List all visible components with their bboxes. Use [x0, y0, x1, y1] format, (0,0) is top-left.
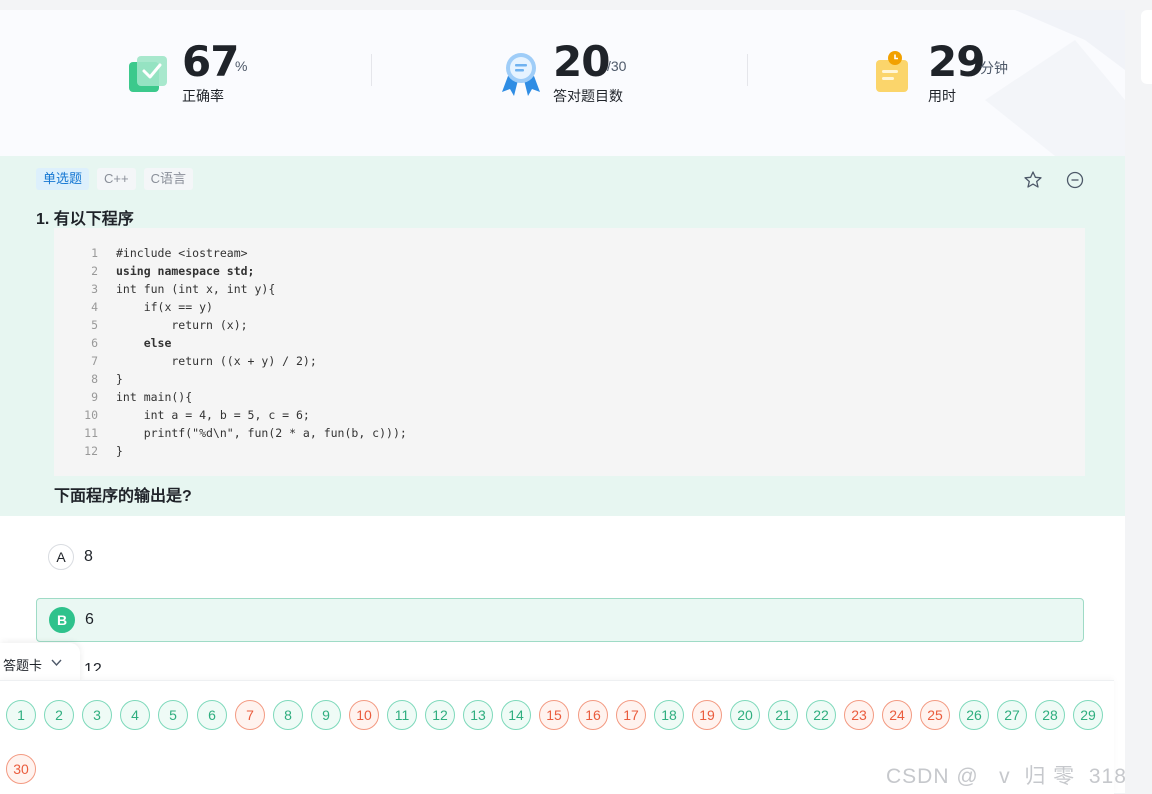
option-text: 6	[85, 611, 94, 628]
minus-circle-icon[interactable]	[1065, 170, 1085, 190]
answer-card-item-11[interactable]: 11	[387, 700, 417, 730]
question-prompt: 下面程序的输出是?	[54, 488, 192, 505]
answer-card-item-13[interactable]: 13	[463, 700, 493, 730]
medal-icon	[502, 53, 540, 96]
stat-value: 20	[553, 37, 610, 86]
answer-card-item-29[interactable]: 29	[1073, 700, 1103, 730]
stat-label: 用时	[928, 88, 956, 104]
code-line: 1 #include <iostream>	[91, 246, 248, 260]
stat-unit: /30	[607, 58, 627, 74]
answer-card-item-10[interactable]: 10	[349, 700, 379, 730]
stat-label: 正确率	[182, 88, 224, 104]
answer-card-item-27[interactable]: 27	[997, 700, 1027, 730]
stats-header: 67 % 正确率 20 /30 答对题目数 29 分钟 用时	[0, 10, 1125, 156]
answer-card-item-16[interactable]: 16	[578, 700, 608, 730]
option-b[interactable]: B 6	[36, 598, 1084, 642]
code-line: 5 return (x);	[91, 318, 248, 332]
tag-topic: C语言	[143, 168, 193, 190]
stat-value: 67	[182, 37, 239, 86]
stat-unit: %	[235, 58, 248, 74]
answer-card-item-28[interactable]: 28	[1035, 700, 1065, 730]
code-line: 6 else	[91, 336, 172, 350]
answer-card-item-17[interactable]: 17	[616, 700, 646, 730]
chevron-down-icon	[51, 659, 62, 667]
stat-label: 答对题目数	[553, 88, 623, 104]
answer-card-label: 答题卡	[3, 658, 43, 673]
answer-card-item-22[interactable]: 22	[806, 700, 836, 730]
question-tags: 单选题 C++ C语言	[36, 168, 193, 190]
answer-card-item-4[interactable]: 4	[120, 700, 150, 730]
answer-card-toggle[interactable]: 答题卡	[0, 643, 80, 683]
code-line: 8}	[91, 372, 123, 386]
question-block: 单选题 C++ C语言 1. 有以下程序 1 #include <iostream…	[0, 156, 1125, 516]
answer-card-item-5[interactable]: 5	[158, 700, 188, 730]
option-letter: B	[49, 607, 75, 633]
code-block: 1 #include <iostream> 2 using namespace st…	[54, 228, 1085, 476]
side-card	[1141, 10, 1152, 84]
watermark: CSDN @ v 归 零 318	[886, 765, 1127, 788]
code-line: 2 using namespace std;	[91, 264, 255, 278]
answer-card-item-25[interactable]: 25	[920, 700, 950, 730]
option-text: 8	[84, 548, 93, 565]
answer-card-item-8[interactable]: 8	[273, 700, 303, 730]
answer-card-item-6[interactable]: 6	[197, 700, 227, 730]
answer-card-item-14[interactable]: 14	[501, 700, 531, 730]
answer-card-item-7[interactable]: 7	[235, 700, 265, 730]
stat-divider	[747, 54, 748, 86]
timer-clipboard-icon	[876, 51, 908, 92]
code-line: 12}	[84, 444, 123, 458]
option-c-partial: 12	[84, 663, 102, 671]
stat-unit: 分钟	[980, 60, 1008, 76]
answer-card-item-9[interactable]: 9	[311, 700, 341, 730]
code-line: 4 if(x == y)	[91, 300, 213, 314]
option-letter: A	[48, 544, 74, 570]
code-line: 7 return ((x + y) / 2);	[91, 354, 317, 368]
answer-card-item-1[interactable]: 1	[6, 700, 36, 730]
answer-card-item-20[interactable]: 20	[730, 700, 760, 730]
option-a[interactable]: A 8	[36, 536, 1084, 580]
answer-card-item-18[interactable]: 18	[654, 700, 684, 730]
stat-value: 29	[928, 37, 985, 86]
answer-card-item-23[interactable]: 23	[844, 700, 874, 730]
code-line: 9 int main(){	[91, 390, 193, 404]
answer-card-item-24[interactable]: 24	[882, 700, 912, 730]
star-icon[interactable]	[1023, 170, 1043, 190]
accuracy-check-icon	[129, 56, 167, 92]
code-line: 10 int a = 4, b = 5, c = 6;	[84, 408, 310, 422]
answer-card-item-15[interactable]: 15	[539, 700, 569, 730]
tag-topic: C++	[97, 168, 136, 190]
question-title: 1. 有以下程序	[36, 211, 134, 228]
question-actions	[1023, 170, 1085, 190]
result-panel: 67 % 正确率 20 /30 答对题目数 29 分钟 用时 单选题 C++ C…	[0, 10, 1125, 793]
stat-divider	[371, 54, 372, 86]
answer-card-item-21[interactable]: 21	[768, 700, 798, 730]
background-decoration	[985, 10, 1125, 156]
answer-card-item-19[interactable]: 19	[692, 700, 722, 730]
answer-card-item-26[interactable]: 26	[959, 700, 989, 730]
answer-card-item-3[interactable]: 3	[82, 700, 112, 730]
code-line: 11 printf("%d\n", fun(2 * a, fun(b, c)))…	[84, 426, 407, 440]
answer-card-item-2[interactable]: 2	[44, 700, 74, 730]
answer-card-item-12[interactable]: 12	[425, 700, 455, 730]
tag-question-type: 单选题	[36, 168, 90, 190]
answer-card-item-30[interactable]: 30	[6, 754, 36, 784]
code-line: 3 int fun (int x, int y){	[91, 282, 276, 296]
